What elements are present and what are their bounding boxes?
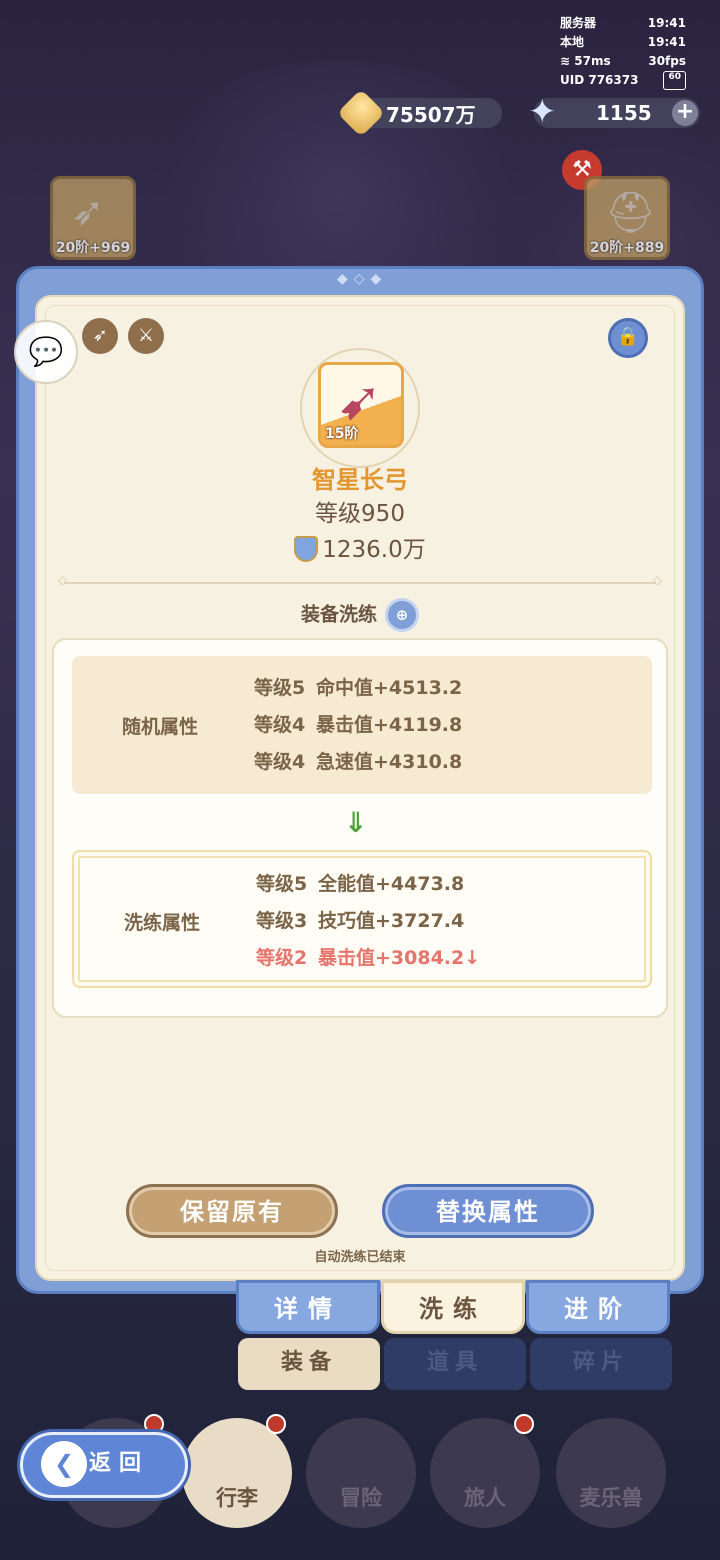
battery-icon: 60 [663,71,686,90]
uid: UID 776373 [560,73,639,87]
item-tier: 15阶 [325,426,359,442]
bow-icon: ➶ [71,189,105,235]
chat-bubble-icon[interactable]: 💬 [14,320,78,384]
keep-original-button[interactable]: 保留原有 [126,1184,338,1238]
attribute-panel: 随机属性 等级5 命中值+4513.2 等级4 暴击值+4119.8 等级4 急速值+… [52,638,668,1018]
ping: ≋ 57ms [560,54,611,68]
gold-amount: 75507万 [386,102,476,127]
item-name: 智星长弓 [312,466,408,494]
bow-class-icon: ➶ [82,318,118,354]
local-time: 19:41 [647,35,686,49]
sword-class-icon: ⚔ [128,318,164,354]
shield-icon [294,536,319,562]
magnify-icon[interactable]: ⊕ [385,598,419,632]
attr-line: 等级5 命中值+4513.2 [254,677,463,699]
back-label: 返回 [89,1451,150,1476]
notification-dot [266,1414,286,1434]
nav-label: 麦乐兽 [579,1486,643,1510]
subtab-items[interactable]: 道具 [384,1338,526,1390]
gold-counter: 75507万 [336,88,502,138]
item-level: 等级950 [315,501,405,527]
slot-tier: 20阶+969 [55,240,131,256]
server-label: 服务器 [560,16,597,30]
back-button[interactable]: ❮ 返回 [20,1432,188,1498]
nav-pet[interactable]: 麦乐兽 [556,1418,666,1528]
refine-attr-label: 洗练属性 [124,912,201,934]
star-counter: ✦ 1155 + [528,92,700,132]
notification-dot [514,1414,534,1434]
back-arrow-icon: ❮ [41,1441,87,1487]
nav-label: 冒险 [340,1486,382,1510]
wifi-icon: ≋ [560,54,571,68]
equip-slot-helmet[interactable]: ⛑ 20阶+889 [584,176,670,260]
section-title: 装备洗练 ⊕ [0,598,720,632]
attr-line: 等级4 急速值+4310.8 [254,751,463,773]
equip-slot-weapon[interactable]: ➶ 20阶+969 [50,176,136,260]
attr-line: 等级4 暴击值+4119.8 [254,714,463,736]
tab-advance[interactable]: 进阶 [526,1280,670,1334]
subtab-fragments[interactable]: 碎片 [530,1338,672,1390]
attr-line: 等级3 技巧值+3727.4 [256,910,465,932]
arrow-down-icon: ⇓ [344,806,368,839]
fps: 30fps [648,54,686,68]
slot-tier: 20阶+889 [589,240,665,256]
nav-adventure[interactable]: 冒险 [306,1418,416,1528]
replace-attributes-button[interactable]: 替换属性 [382,1184,594,1238]
lock-icon[interactable]: 🔒 [608,318,648,358]
tab-detail[interactable]: 详情 [236,1280,380,1334]
item-card[interactable]: ➹ 15阶 [318,362,404,448]
server-time: 19:41 [647,16,686,30]
helmet-icon: ⛑ [605,190,656,236]
item-power: 1236.0万 [0,530,720,564]
star-amount: 1155 [596,101,652,125]
local-label: 本地 [560,35,585,49]
random-attributes: 随机属性 等级5 命中值+4513.2 等级4 暴击值+4119.8 等级4 急速值+… [72,656,652,794]
divider [58,573,662,587]
attr-line: 等级5 全能值+4473.8 [256,873,465,895]
tab-refine[interactable]: 洗练 [381,1280,525,1334]
star-gem-icon: ✦ [528,92,557,132]
add-currency-button[interactable]: + [672,100,698,126]
auto-refine-status: 自动洗练已结束 [314,1250,406,1265]
attr-line-downgrade: 等级2 暴击值+3084.2↓ [256,947,481,969]
nav-traveler[interactable]: 旅人 [430,1414,540,1528]
notification-dot [144,1414,164,1434]
nav-label: 旅人 [464,1486,506,1510]
nav-backpack[interactable]: 行李 [182,1414,292,1528]
random-attr-label: 随机属性 [122,716,199,738]
subtab-equipment[interactable]: 装备 [238,1338,380,1390]
nav-label: 行李 [216,1486,258,1510]
ornament-icon: ◆◇◆ [337,271,388,287]
status-overlay: 服务器 19:41 本地 19:41 ≋ 57ms 30fps UID 776373 6… [560,14,686,90]
refine-attributes: 洗练属性 等级5 全能值+4473.8 等级3 技巧值+3727.4 等级2 暴击值+… [72,850,652,988]
